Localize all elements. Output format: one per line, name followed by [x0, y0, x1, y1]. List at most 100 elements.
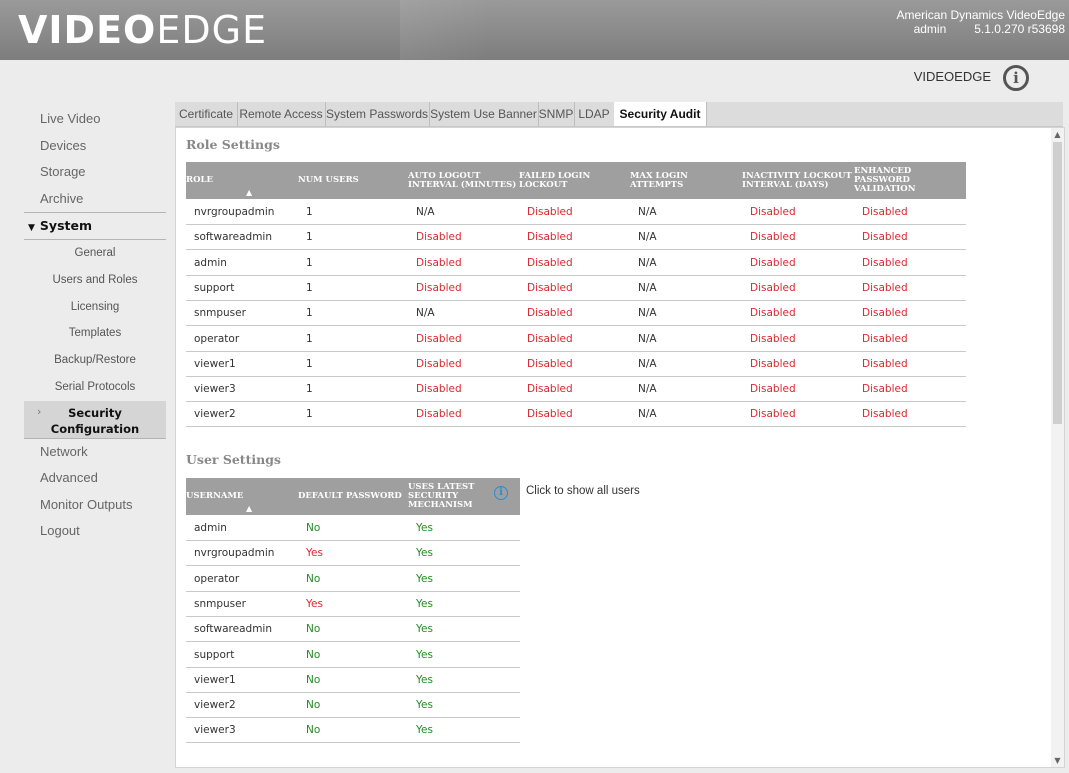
user-col-header-line: MECHANISM — [408, 500, 473, 510]
role-col-header[interactable]: INACTIVITY LOCKOUT INTERVAL (DAYS) — [742, 162, 854, 199]
role-cell: N/A — [638, 307, 657, 320]
role-cell: 1 — [306, 307, 313, 320]
role-col-header[interactable]: ROLE ▲ — [186, 162, 298, 199]
role-cell: N/A — [416, 307, 435, 320]
sidebar-item-monitor-outputs[interactable]: Monitor Outputs — [24, 492, 166, 519]
sidebar-subitem-serial-protocols[interactable]: Serial Protocols — [24, 374, 166, 401]
user-cell: Yes — [416, 597, 433, 610]
sidebar-item-devices[interactable]: Devices — [24, 133, 166, 160]
role-col-header-line: LOCKOUT — [519, 179, 568, 190]
user-table-row: operator No Yes — [186, 566, 520, 592]
role-cell: Disabled — [750, 256, 796, 269]
user-cell: softwareadmin — [194, 623, 272, 636]
sidebar-subitem-security-configuration[interactable]: › Security Configuration — [24, 400, 166, 439]
show-all-users-link[interactable]: Click to show all users — [526, 485, 640, 497]
active-item-line1: Security — [68, 405, 122, 420]
scroll-up-arrow-icon[interactable]: ▲ — [1051, 130, 1064, 139]
role-col-header[interactable]: AUTO LOGOUT INTERVAL (MINUTES) — [408, 162, 519, 199]
role-col-header[interactable]: MAX LOGIN ATTEMPTS — [630, 162, 742, 199]
role-cell: Disabled — [862, 383, 908, 396]
sidebar-item-archive[interactable]: Archive — [24, 186, 166, 213]
tab-remote-access[interactable]: Remote Access — [237, 102, 326, 126]
role-cell: N/A — [638, 357, 657, 370]
role-col-header[interactable]: NUM USERS — [298, 162, 408, 199]
user-cell: operator — [194, 572, 240, 585]
role-table-row: softwareadmin 1 Disabled Disabled N/A Disable… — [186, 224, 966, 251]
sidebar-subitem-templates[interactable]: Templates — [24, 320, 166, 347]
role-table-row: admin 1 Disabled Disabled N/A Disabled Disable… — [186, 250, 966, 276]
active-item-line2: Configuration — [50, 421, 140, 436]
role-cell: snmpuser — [194, 307, 246, 320]
user-cell: Yes — [416, 522, 433, 534]
role-cell: Disabled — [750, 383, 796, 396]
role-col-header[interactable]: ENHANCED PASSWORD VALIDATION — [854, 162, 966, 199]
role-table-row: operator 1 Disabled Disabled N/A Disabled Disa… — [186, 326, 966, 352]
sidebar-item-storage[interactable]: Storage — [24, 159, 166, 186]
role-cell: Disabled — [527, 357, 573, 370]
sidebar-item-advanced[interactable]: Advanced — [24, 465, 166, 492]
sort-ascending-icon[interactable]: ▲ — [246, 504, 252, 513]
tab-snmp[interactable]: SNMP — [538, 102, 575, 126]
user-col-header[interactable]: DEFAULT PASSWORD — [298, 478, 408, 515]
user-col-header[interactable]: USERNAME ▲ — [186, 478, 298, 515]
sidebar-subitem-general[interactable]: General — [24, 240, 166, 267]
tab-bar: Certificate Remote Access System Passwords… — [175, 102, 1063, 127]
scroll-down-arrow-icon[interactable]: ▼ — [1051, 756, 1064, 765]
role-cell: Disabled — [527, 256, 573, 269]
role-col-header-line: ROLE — [186, 175, 213, 185]
user-col-header-line: DEFAULT PASSWORD — [298, 491, 402, 501]
role-table-row: snmpuser 1 N/A Disabled N/A Disabled Disabled — [186, 300, 966, 327]
sidebar-item-system-label: System — [39, 218, 92, 233]
user-cell: viewer2 — [194, 699, 236, 712]
tab-certificate[interactable]: Certificate — [175, 102, 238, 126]
role-cell: Disabled — [527, 307, 573, 320]
user-cell: No — [306, 648, 321, 661]
scrollbar-thumb[interactable] — [1053, 142, 1062, 424]
role-cell: Disabled — [527, 332, 573, 345]
tab-system-passwords[interactable]: System Passwords — [325, 102, 430, 126]
role-col-header[interactable]: FAILED LOGIN LOCKOUT — [519, 162, 630, 199]
user-table-row: viewer3 No Yes — [186, 717, 520, 744]
role-cell: nvrgroupadmin — [194, 206, 275, 218]
user-cell: Yes — [416, 699, 433, 712]
role-settings-title: Role Settings — [186, 137, 280, 152]
tab-security-audit[interactable]: Security Audit — [614, 102, 707, 126]
role-cell: 1 — [306, 357, 313, 370]
user-cell: No — [306, 673, 321, 686]
role-col-header-line: VALIDATION — [854, 184, 916, 194]
videoedge-logo: VIDEOEDGE — [18, 8, 268, 52]
user-table-row: viewer2 No Yes — [186, 692, 520, 719]
role-col-header-line: INTERVAL (MINUTES) — [408, 179, 517, 190]
sidebar-item-system[interactable]: ▼ System — [24, 212, 166, 240]
vertical-scrollbar[interactable]: ▲ ▼ — [1051, 128, 1064, 767]
role-cell: Disabled — [416, 357, 462, 370]
chevron-right-icon: › — [37, 404, 42, 418]
role-cell: Disabled — [862, 256, 908, 269]
user-cell: viewer3 — [194, 724, 236, 737]
role-cell: Disabled — [750, 408, 796, 421]
role-col-header-line: INTERVAL (DAYS) — [742, 179, 829, 190]
user-table-row: softwareadmin No Yes — [186, 616, 520, 643]
role-col-header-line: MAX LOGIN ATTEMPTS — [630, 170, 688, 190]
role-table-header: ROLE ▲ NUM USERS AUTO LOGOUT INTERVAL (MINUT… — [186, 162, 966, 199]
tab-system-use-banner[interactable]: System Use Banner — [429, 102, 539, 126]
sort-ascending-icon[interactable]: ▲ — [246, 188, 252, 197]
sidebar-item-logout[interactable]: Logout — [24, 518, 166, 545]
tab-ldap[interactable]: LDAP — [574, 102, 615, 126]
role-cell: viewer3 — [194, 383, 236, 396]
sidebar-subitem-licensing[interactable]: Licensing — [24, 294, 166, 321]
role-cell: Disabled — [416, 281, 462, 294]
role-cell: Disabled — [862, 307, 908, 320]
info-icon[interactable]: i — [494, 486, 508, 500]
sidebar-subitem-backup-restore[interactable]: Backup/Restore — [24, 347, 166, 374]
sidebar-item-live-video[interactable]: Live Video — [24, 106, 166, 133]
role-cell: viewer2 — [194, 408, 236, 421]
role-cell: Disabled — [750, 332, 796, 345]
role-cell: viewer1 — [194, 357, 236, 370]
info-circle-icon[interactable]: i — [1003, 65, 1029, 91]
role-cell: Disabled — [862, 408, 908, 421]
sidebar-subitem-users-and-roles[interactable]: Users and Roles — [24, 267, 166, 294]
sidebar-item-network[interactable]: Network — [24, 439, 166, 466]
role-cell: Disabled — [750, 281, 796, 294]
role-cell: Disabled — [862, 332, 908, 345]
